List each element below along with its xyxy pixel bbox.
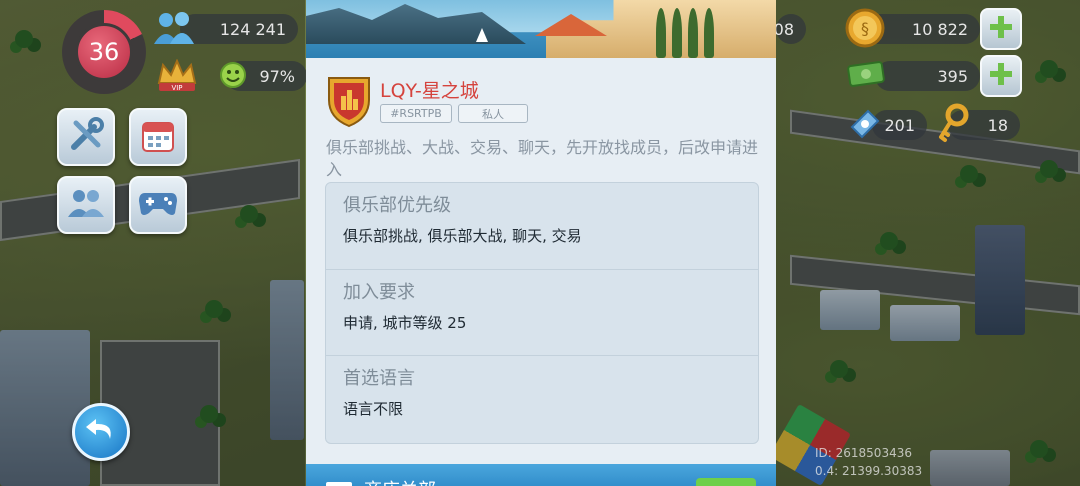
simcash-counter: 395 [875,61,980,91]
club-details-box: 俱乐部优先级 俱乐部挑战, 俱乐部大战, 聊天, 交易 加入要求 申请, 城市等… [325,182,759,444]
back-arrow-icon [84,415,118,449]
population-value: 124 241 [219,19,286,39]
vip-crown-icon[interactable]: VIP [155,58,199,94]
banner-cypress-tree [656,8,666,58]
build-tools-button[interactable] [57,108,115,166]
simoleon-coin-icon: § [843,6,887,50]
plus-icon [988,61,1014,91]
simcash-value: 395 [937,66,968,86]
club-members-button[interactable] [57,176,115,234]
game-controller-button[interactable] [129,176,187,234]
buy-simoleons-button[interactable] [980,8,1022,50]
join-button[interactable] [696,478,756,486]
plus-icon [988,14,1014,44]
requirements-value: 申请, 城市等级 25 [343,314,467,332]
language-section: 首选语言 语言不限 [326,355,758,441]
happiness-value: 97% [259,66,295,86]
wrench-screwdriver-icon [66,115,106,159]
keys-value: 18 [987,115,1008,135]
club-info-panel: LQY-星之城 #RSRTPB 私人 俱乐部挑战、大战、交易、聊天，先开放找成员… [306,0,776,486]
priority-label: 俱乐部优先级 [343,195,451,216]
requirements-section: 加入要求 申请, 城市等级 25 [326,269,758,355]
club-banner-image [306,0,776,58]
members-header-title: 商店关部 [364,476,436,486]
club-privacy-badge: 私人 [458,104,528,123]
coordinate-readout-line1: ID: 2618503436 [815,446,912,460]
requirements-label: 加入要求 [343,282,415,303]
gamepad-icon [137,187,179,223]
banner-cypress-tree [672,8,682,58]
priority-section: 俱乐部优先级 俱乐部挑战, 俱乐部大战, 聊天, 交易 [326,183,758,269]
vip-label: VIP [171,84,182,92]
banner-sailboat [476,28,488,42]
club-name: LQY-星之城 [380,80,479,102]
coordinate-readout-line2: 0.4: 21399.30383 [815,464,923,478]
priority-value: 俱乐部挑战, 俱乐部大战, 聊天, 交易 [343,227,582,245]
level-progress-ring[interactable]: 36 [62,10,146,94]
simcash-bill-icon [845,56,887,92]
golden-key-icon [934,102,974,146]
club-description: 俱乐部挑战、大战、交易、聊天，先开放找成员，后改申请进入 [326,138,759,179]
banner-cypress-tree [704,8,714,58]
partial-counter-value: 08 [773,19,794,39]
population-icon [150,8,200,48]
club-emblem-shield-icon [326,74,372,128]
banner-mountains [306,4,526,44]
club-tag-badge: #RSRTPB [380,104,452,123]
neosimoleon-ticket-icon [845,104,885,144]
back-button[interactable] [72,403,130,461]
simoleons-value: 10 822 [912,19,968,39]
people-group-icon [66,183,106,227]
calendar-button[interactable] [129,108,187,166]
level-badge: 36 [75,23,133,81]
calendar-icon [138,115,178,159]
happiness-smiley-icon [218,60,248,90]
members-header-bar[interactable]: 商店关部 [306,464,776,486]
language-value: 语言不限 [343,400,404,418]
buy-simcash-button[interactable] [980,55,1022,97]
members-list-icon [326,482,352,486]
language-label: 首选语言 [343,368,415,389]
partial-counter: 08 [773,14,806,44]
svg-text:§: § [861,19,869,38]
neosimoleons-value: 201 [884,115,915,135]
banner-cypress-tree [688,8,698,58]
